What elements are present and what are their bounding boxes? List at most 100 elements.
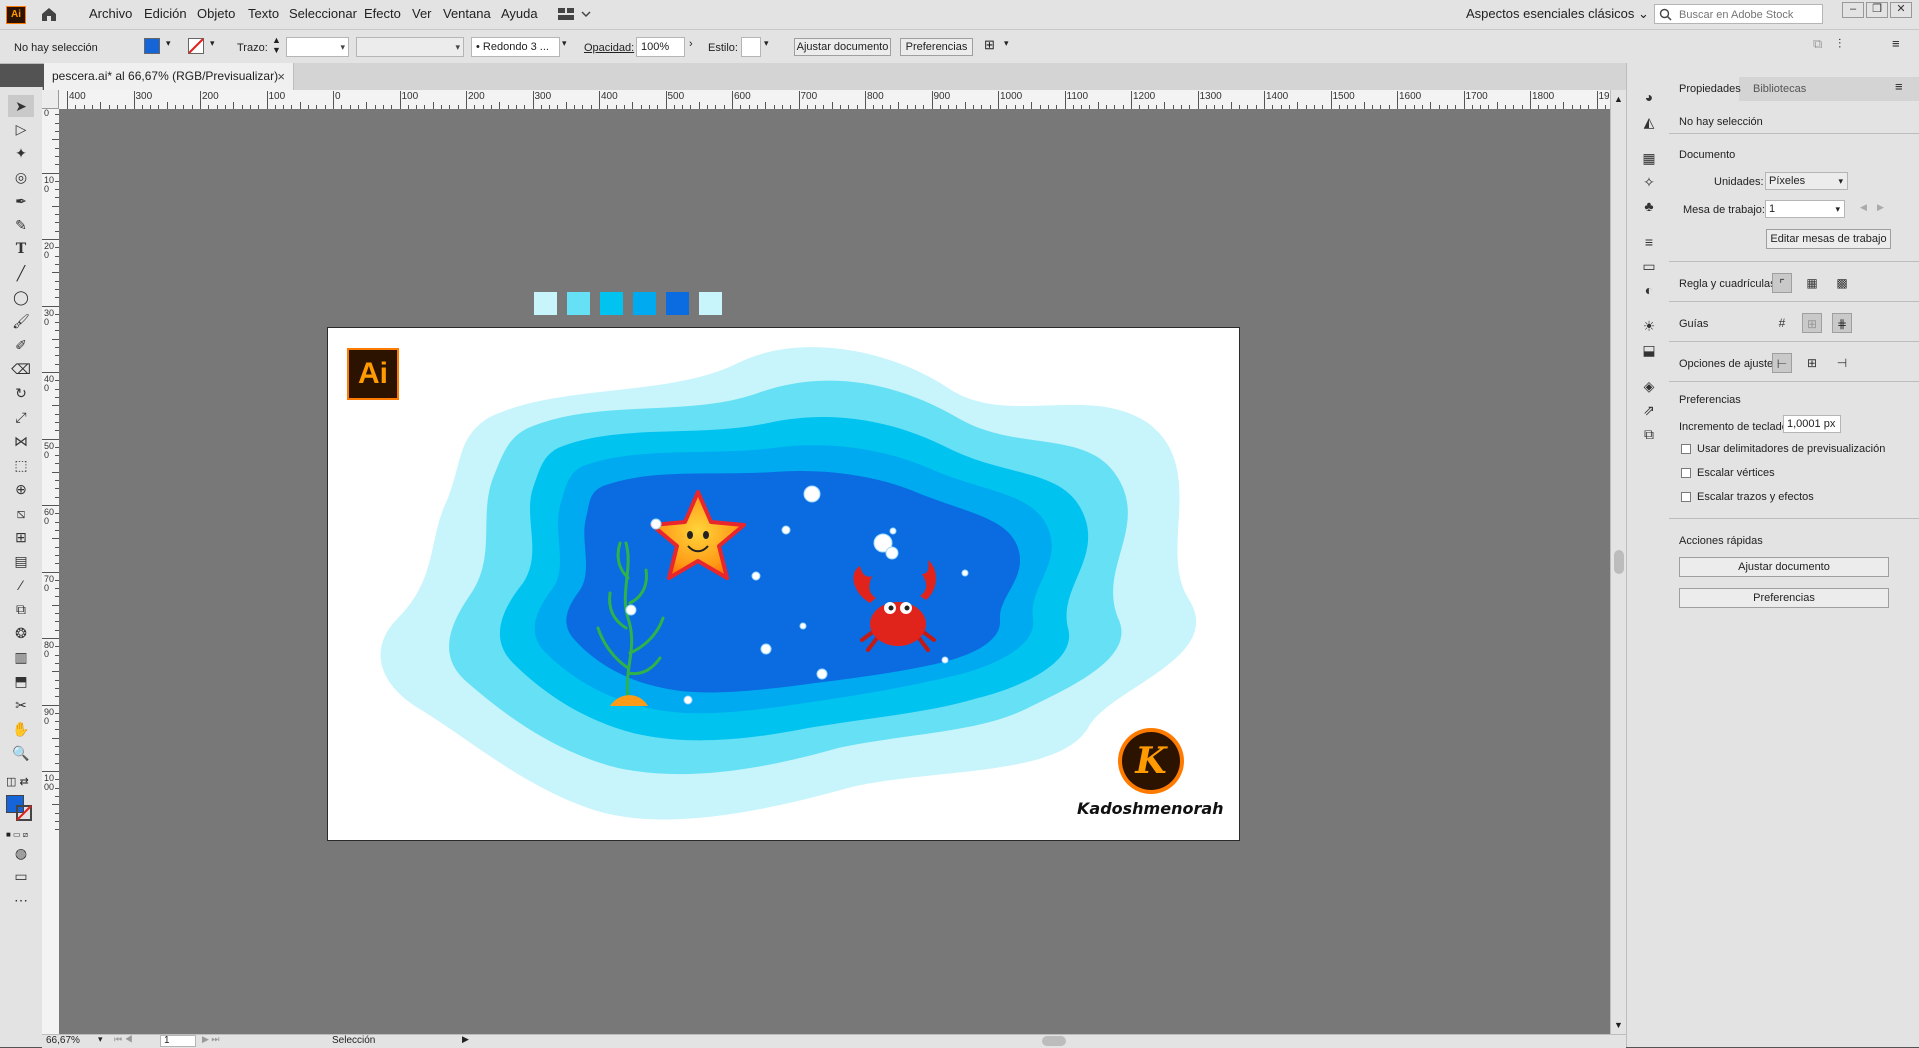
menu-objeto[interactable]: Objeto bbox=[197, 6, 235, 21]
draw-mode-icon[interactable]: ◍ bbox=[8, 842, 34, 864]
toolbar-stroke-swatch[interactable] bbox=[16, 805, 32, 821]
tab-properties[interactable]: Propiedades bbox=[1669, 77, 1741, 101]
chevron-down-icon[interactable]: ▾ bbox=[166, 38, 171, 49]
menu-ventana[interactable]: Ventana bbox=[443, 6, 491, 21]
stroke-weight-field[interactable]: ▾ bbox=[286, 37, 349, 57]
eraser-icon[interactable]: ⌫ bbox=[8, 358, 34, 380]
more-tools-icon[interactable]: ⋯ bbox=[8, 889, 34, 911]
chevron-down-icon[interactable]: ▾ bbox=[562, 38, 567, 49]
fill-swatch[interactable] bbox=[144, 38, 160, 54]
minimize-button[interactable]: – bbox=[1842, 2, 1864, 18]
close-icon[interactable]: × bbox=[277, 63, 285, 90]
mesh-tool-icon[interactable]: ⊞ bbox=[8, 526, 34, 548]
lasso-icon[interactable]: ◎ bbox=[8, 166, 34, 188]
line-tool-icon[interactable]: ╱ bbox=[8, 262, 34, 284]
stroke-none-swatch[interactable] bbox=[188, 38, 204, 54]
panel-menu-icon[interactable]: ≡ bbox=[1895, 79, 1903, 94]
align-icon[interactable]: ⊞ bbox=[984, 37, 995, 53]
first-artboard-icon[interactable]: ⏮ ◀ bbox=[114, 1034, 133, 1045]
paintbrush-icon[interactable]: 🖌 bbox=[8, 310, 34, 332]
rulers-icon[interactable]: ⌜ bbox=[1772, 273, 1792, 293]
home-icon[interactable] bbox=[40, 6, 58, 22]
direct-selection-tool-icon[interactable]: ▷ bbox=[8, 118, 34, 140]
transparency-icon[interactable]: ◐ bbox=[1640, 281, 1658, 299]
edit-artboards-button[interactable]: Editar mesas de trabajo bbox=[1766, 229, 1891, 249]
menu-efecto[interactable]: Efecto bbox=[364, 6, 401, 21]
blend-tool-icon[interactable]: ⧉ bbox=[8, 598, 34, 620]
zoom-tool-icon[interactable]: 🔍 bbox=[8, 742, 34, 764]
stroke-stepper[interactable]: ▲ ▼ bbox=[272, 35, 281, 55]
rotate-tool-icon[interactable]: ↻ bbox=[8, 382, 34, 404]
menu-ver[interactable]: Ver bbox=[412, 6, 432, 21]
artboard-select[interactable]: 1 ▾ bbox=[1765, 200, 1845, 218]
stroke-panel-icon[interactable]: ≡ bbox=[1640, 233, 1658, 251]
quick-preferences-button[interactable]: Preferencias bbox=[1679, 588, 1889, 608]
appearance-icon[interactable]: ☀ bbox=[1640, 317, 1658, 335]
type-tool-icon[interactable]: T bbox=[8, 238, 34, 260]
fit-document-button[interactable]: Ajustar documento bbox=[794, 38, 891, 56]
arrange-icon[interactable]: ⧉ bbox=[1813, 36, 1822, 52]
opacity-label[interactable]: Opacidad: bbox=[584, 42, 634, 54]
scroll-up-icon[interactable]: ▲ bbox=[1614, 94, 1623, 104]
snap-to-pixel-icon[interactable]: ⊣ bbox=[1832, 353, 1852, 373]
stock-search[interactable] bbox=[1654, 4, 1823, 24]
panel-menu-icon[interactable]: ⫶ bbox=[1838, 36, 1841, 52]
pen-tool-icon[interactable]: ✒ bbox=[8, 190, 34, 212]
vertical-ruler[interactable]: 0 100 200 300 400 500 600 700 800 900 1000 bbox=[42, 109, 60, 1034]
arrange-documents-icon[interactable] bbox=[558, 8, 592, 21]
scroll-down-icon[interactable]: ▼ bbox=[1614, 1020, 1623, 1030]
units-select[interactable]: Píxeles ▾ bbox=[1765, 172, 1848, 190]
color-mode-icon[interactable]: ■ ▭ ⧄ bbox=[6, 830, 34, 839]
shaper-tool-icon[interactable]: ✐ bbox=[8, 334, 34, 356]
width-tool-icon[interactable]: ⋈ bbox=[8, 430, 34, 452]
tab-libraries[interactable]: Bibliotecas bbox=[1753, 77, 1806, 101]
preview-bounds-checkbox[interactable] bbox=[1681, 444, 1691, 454]
scroll-thumb[interactable] bbox=[1614, 550, 1624, 574]
menu-edicion[interactable]: Edición bbox=[144, 6, 187, 21]
selection-tool-icon[interactable]: ➤ bbox=[8, 95, 34, 117]
variable-width-field[interactable]: ▾ bbox=[356, 37, 464, 57]
swap-colors-icon[interactable]: ◫ ⇄ bbox=[6, 775, 36, 789]
style-swatch[interactable] bbox=[741, 37, 761, 57]
gradient-panel-icon[interactable]: ▭ bbox=[1640, 257, 1658, 275]
scale-corners-checkbox[interactable] bbox=[1681, 468, 1691, 478]
next-artboard-icon[interactable]: ▶ bbox=[1877, 202, 1884, 213]
layers-icon[interactable]: ◈ bbox=[1640, 377, 1658, 395]
graphic-styles-icon[interactable]: ⬓ bbox=[1640, 341, 1658, 359]
chevron-down-icon[interactable]: ▾ bbox=[98, 1034, 103, 1045]
vertical-scrollbar[interactable]: ▲ ▼ bbox=[1610, 90, 1627, 1034]
menu-seleccionar[interactable]: Seleccionar bbox=[289, 6, 357, 21]
chevron-right-icon[interactable]: › bbox=[689, 38, 693, 50]
hamburger-icon[interactable]: ≡ bbox=[1892, 36, 1900, 51]
chevron-down-icon[interactable]: ▾ bbox=[1004, 38, 1009, 49]
zoom-level[interactable]: 66,67% bbox=[46, 1035, 80, 1046]
symbol-sprayer-icon[interactable]: ❂ bbox=[8, 622, 34, 644]
curvature-tool-icon[interactable]: ✎ bbox=[8, 214, 34, 236]
grid-icon[interactable]: ▦ bbox=[1802, 273, 1822, 293]
artboard-tool-icon[interactable]: ⬒ bbox=[8, 670, 34, 692]
canvas[interactable]: Ai K Kadoshmenorah bbox=[59, 109, 1610, 1034]
shape-builder-icon[interactable]: ⊕ bbox=[8, 478, 34, 500]
document-tab[interactable]: pescera.ai* al 66,67% (RGB/Previsualizar… bbox=[44, 63, 294, 90]
menu-texto[interactable]: Texto bbox=[248, 6, 279, 21]
graph-tool-icon[interactable]: ▥ bbox=[8, 646, 34, 668]
lock-guides-icon[interactable]: ⊞ bbox=[1802, 313, 1822, 333]
ellipse-tool-icon[interactable]: ◯ bbox=[8, 286, 34, 308]
transparency-grid-icon[interactable]: ▩ bbox=[1832, 273, 1852, 293]
workspace-switcher[interactable]: Aspectos esenciales clásicos ⌄ bbox=[1466, 6, 1649, 22]
restore-button[interactable]: ❐ bbox=[1866, 2, 1888, 18]
swatches-icon[interactable]: ▦ bbox=[1640, 149, 1658, 167]
chevron-down-icon[interactable]: ▾ bbox=[210, 38, 215, 49]
symbols-icon[interactable]: ♣ bbox=[1640, 197, 1658, 215]
horizontal-scroll-thumb[interactable] bbox=[1042, 1036, 1066, 1046]
show-guides-icon[interactable]: # bbox=[1772, 313, 1792, 333]
hand-tool-icon[interactable]: ✋ bbox=[8, 718, 34, 740]
close-window-button[interactable]: ✕ bbox=[1890, 2, 1912, 18]
color-wheel-icon[interactable]: ◕ bbox=[1640, 88, 1658, 106]
screen-mode-icon[interactable]: ▭ bbox=[8, 865, 34, 887]
last-artboard-icon[interactable]: ▶ ⏭ bbox=[202, 1034, 220, 1045]
free-transform-icon[interactable]: ⬚ bbox=[8, 454, 34, 476]
smart-guides-icon[interactable]: ⋕ bbox=[1832, 313, 1852, 333]
brushes-icon[interactable]: ✧ bbox=[1640, 173, 1658, 191]
chevron-down-icon[interactable]: ▾ bbox=[764, 38, 769, 49]
